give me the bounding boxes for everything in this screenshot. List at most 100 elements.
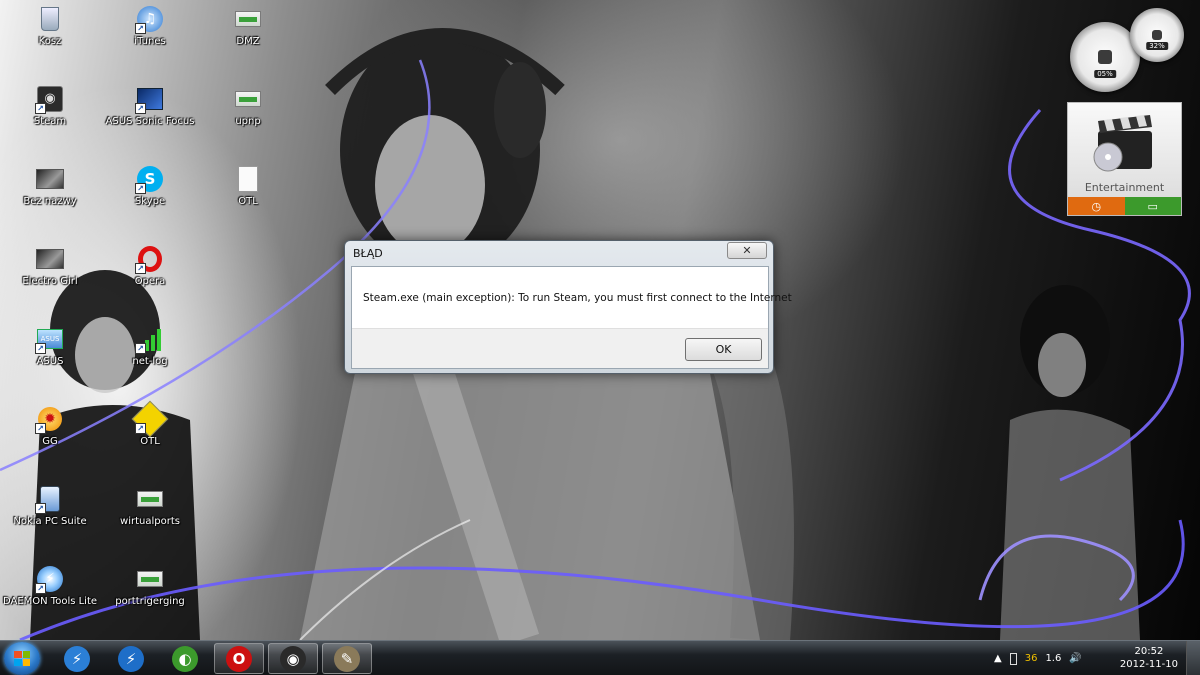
show-desktop-button[interactable]: [1186, 641, 1200, 675]
desktop-icon-label: net-log: [132, 356, 168, 367]
shortcut-arrow-icon: ↗: [35, 343, 46, 354]
volume-icon[interactable]: 🔊: [1069, 653, 1081, 664]
shortcut-arrow-icon: ↗: [35, 103, 46, 114]
desktop-icon-daemon-tools-lite[interactable]: ⚡ ↗ DAEMON Tools Lite: [0, 564, 100, 634]
network-connection-icon: [233, 4, 263, 34]
desktop-icon-label: Bez nazwy: [23, 196, 77, 207]
media-center-title: Entertainment: [1084, 181, 1165, 194]
desktop-icon-otl[interactable]: ↗ OTL: [100, 400, 200, 474]
desktop-icon-asus[interactable]: ASUS ↗ ASUS: [0, 324, 100, 394]
start-button[interactable]: [4, 642, 40, 675]
desktop-icon-nokia-pc-suite[interactable]: ↗ Nokia PC Suite: [0, 484, 100, 554]
image-file-icon: [35, 244, 65, 274]
skype-icon: S ↗: [135, 164, 165, 194]
signal-bars-icon: ↗: [135, 324, 165, 354]
desktop-icon-porttrigerging[interactable]: porttrigerging: [100, 564, 200, 634]
desktop-icon-itunes[interactable]: ♫ ↗ iTunes: [100, 4, 200, 74]
desktop-icon-label: DAEMON Tools Lite: [2, 596, 98, 607]
otl-icon: ↗: [131, 400, 169, 438]
desktop-icon-upnp[interactable]: upnp: [198, 84, 298, 154]
desktop-icon-label: Nokia PC Suite: [13, 516, 87, 527]
desktop-icon-label: upnp: [235, 116, 261, 127]
desktop-icon-label: Skype: [134, 196, 166, 207]
desktop-icon-net-log[interactable]: ↗ net-log: [100, 324, 200, 394]
clock-time: 20:52: [1134, 646, 1164, 657]
cpu-chip-icon: [1098, 50, 1112, 64]
taskbar-button-windows-media[interactable]: ◐: [160, 643, 210, 674]
desktop-icon-label: OTL: [238, 196, 258, 207]
desktop-icon-skype[interactable]: S ↗ Skype: [100, 164, 200, 234]
shortcut-arrow-icon: ↗: [135, 103, 146, 114]
battery-icon: ▭: [1147, 199, 1158, 213]
network-connection-icon: [135, 564, 165, 594]
desktop-icon-opera[interactable]: ↗ Opera: [100, 244, 200, 314]
gg-count[interactable]: 36: [1025, 653, 1038, 664]
media-button[interactable]: ▭: [1124, 197, 1181, 215]
gimp-icon: ✎: [334, 645, 360, 672]
opera-icon: O: [226, 645, 252, 672]
shortcut-arrow-icon: ↗: [135, 183, 146, 194]
taskbar-button-opera[interactable]: O: [214, 643, 264, 674]
desktop-icon-kosz[interactable]: Kosz: [0, 4, 100, 74]
desktop-icon-label: OTL: [140, 436, 160, 447]
desktop-icon-label: DMZ: [236, 36, 260, 47]
shortcut-arrow-icon: ↗: [135, 343, 146, 354]
daemon-tools-icon: ⚡ ↗: [35, 564, 65, 594]
desktop-icon-label: Steam: [33, 116, 67, 127]
desktop-icon-bez-nazwy[interactable]: Bez nazwy: [0, 164, 100, 234]
clapperboard-icon: [1093, 115, 1152, 172]
steam-icon: ◉ ↗: [35, 84, 65, 114]
itunes-icon: ♫ ↗: [135, 4, 165, 34]
taskbar-button-ie[interactable]: ⚡: [52, 643, 102, 674]
dialog-button-area: OK: [352, 328, 768, 368]
clock-button[interactable]: ◷: [1068, 197, 1125, 215]
cpu-percent: 05%: [1094, 70, 1116, 78]
media-center-button-bar: ◷ ▭: [1068, 197, 1181, 215]
memory-gauge: 32%: [1130, 8, 1184, 62]
windows-media-icon: ◐: [172, 645, 198, 672]
ok-button[interactable]: OK: [685, 338, 762, 361]
clock-icon: ◷: [1091, 199, 1102, 213]
battery-icon[interactable]: [1009, 652, 1017, 665]
windows-logo-icon: [14, 651, 30, 666]
dialog-titlebar[interactable]: BŁĄD ✕: [345, 241, 773, 265]
cpu-meter-gadget[interactable]: 05% 32%: [1068, 6, 1198, 92]
desktop-icon-label: Electro Girl: [22, 276, 78, 287]
shortcut-arrow-icon: ↗: [35, 583, 46, 594]
media-center-gadget[interactable]: Entertainment ◷ ▭: [1067, 102, 1182, 216]
asus-sonic-focus-icon: ↗: [135, 84, 165, 114]
desktop-icon-steam[interactable]: ◉ ↗ Steam: [0, 84, 100, 154]
desktop-icon-wirtualports[interactable]: wirtualports: [100, 484, 200, 554]
desktop-icon-gg[interactable]: ✹ ↗ GG: [0, 404, 100, 474]
error-dialog: BŁĄD ✕ Steam.exe (main exception): To ru…: [344, 240, 792, 374]
desktop-icon-label: ASUS: [36, 356, 64, 367]
system-tray: ▲ 36 1.6 🔊: [990, 641, 1086, 675]
taskbar-button-gimp[interactable]: ✎: [322, 643, 372, 674]
taskbar-clock[interactable]: 20:52 2012-11-10: [1120, 645, 1178, 671]
network-speed[interactable]: 1.6: [1045, 653, 1061, 664]
steam-icon: ◉: [280, 645, 306, 672]
asus-icon: ASUS ↗: [35, 324, 65, 354]
text-document-icon: [233, 164, 263, 194]
desktop-icon-label: GG: [42, 436, 58, 447]
dialog-title: BŁĄD: [353, 247, 383, 260]
desktop-icon-otl[interactable]: OTL: [198, 164, 298, 234]
desktop-icon-asus-sonic-focus[interactable]: ↗ ASUS Sonic Focus: [100, 84, 200, 154]
dialog-message: Steam.exe (main exception): To run Steam…: [363, 292, 792, 304]
memory-chip-icon: [1152, 30, 1162, 40]
taskbar-button-daemon-tools[interactable]: ⚡: [106, 643, 156, 674]
desktop-icon-dmz[interactable]: DMZ: [198, 4, 298, 74]
network-connection-icon: [135, 484, 165, 514]
desktop-icon-electro-girl[interactable]: Electro Girl: [0, 244, 100, 314]
clock-date: 2012-11-10: [1119, 659, 1178, 670]
shortcut-arrow-icon: ↗: [35, 423, 46, 434]
shortcut-arrow-icon: ↗: [135, 263, 146, 274]
show-hidden-icons-button[interactable]: ▲: [994, 653, 1002, 664]
desktop-icon-label: Kosz: [38, 36, 62, 47]
dialog-close-button[interactable]: ✕: [727, 242, 767, 259]
taskbar-button-steam[interactable]: ◉: [268, 643, 318, 674]
recycle-bin-icon: [35, 4, 65, 34]
taskbar: ⚡ ⚡ ◐ O ◉ ✎ ▲ 36 1.6 🔊 20:52 2012-11-10: [0, 640, 1200, 675]
shortcut-arrow-icon: ↗: [135, 23, 146, 34]
image-file-icon: [35, 164, 65, 194]
